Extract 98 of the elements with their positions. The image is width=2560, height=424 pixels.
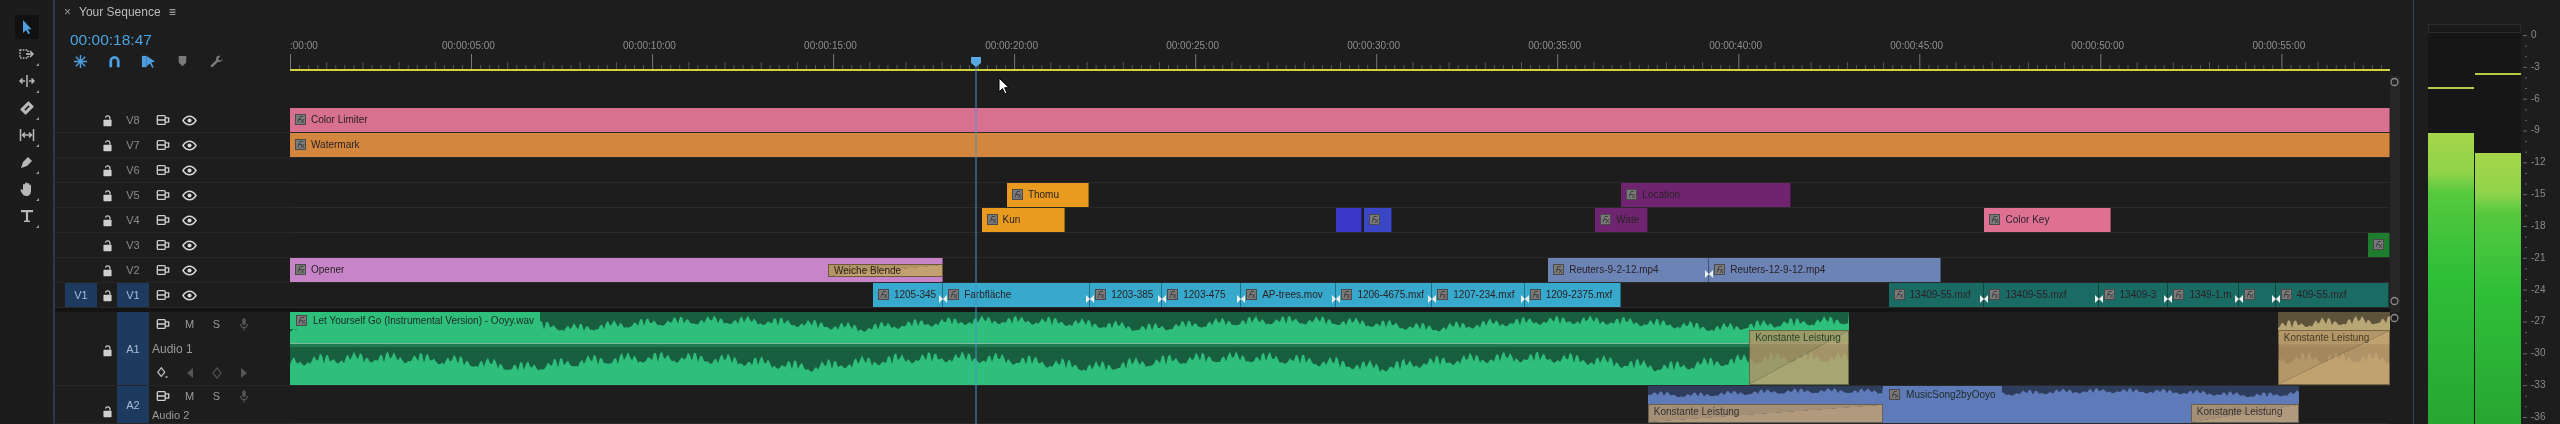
ruler-time-label: 00:00:05:00 xyxy=(442,40,495,52)
timeline-clip[interactable]: 1203-385 xyxy=(1090,283,1163,307)
clip-label: Reuters-12-9-12.mp4 xyxy=(1730,264,1826,276)
clip-label: Location xyxy=(1642,189,1681,201)
timeline-clip[interactable]: Opener Weiche Blende xyxy=(290,258,944,282)
clip-label: Kun xyxy=(1002,214,1021,226)
scale-label: -15 xyxy=(2531,188,2546,201)
transition-block[interactable]: Konstante Leistung xyxy=(1647,404,1884,423)
timeline-clip[interactable]: Kun xyxy=(981,208,1065,232)
timeline-clip[interactable]: 1203-475 xyxy=(1162,283,1242,307)
track-label[interactable]: A2 xyxy=(117,386,149,423)
audio-clip[interactable]: Konstante Leistung xyxy=(1647,386,1884,423)
playhead-timecode[interactable]: 00:00:18:47 xyxy=(55,29,152,51)
scale-label: -24 xyxy=(2531,283,2546,296)
track-name[interactable]: Audio 1 xyxy=(149,341,257,356)
track-label[interactable]: V8 xyxy=(117,108,149,132)
track-label[interactable]: A1 xyxy=(117,312,149,385)
transition-block[interactable]: Weiche Blende xyxy=(828,264,944,277)
ruler-time-label: 00:00:25:00 xyxy=(1166,40,1219,52)
timeline-clip[interactable]: Reuters-9-2-12.mp4 xyxy=(1548,258,1710,282)
scale-label: -9 xyxy=(2531,124,2541,137)
clip-label: 1203-475 xyxy=(1183,289,1226,301)
clip-name-bar[interactable]: MusicSong2byOoyo xyxy=(1883,386,2002,403)
clip-label: 1205-345 xyxy=(893,289,937,301)
ruler-time-label: 00:00:45:00 xyxy=(1890,40,1944,52)
ruler-time-label: 00:00:35:00 xyxy=(1528,40,1582,52)
source-patch[interactable]: V1 xyxy=(65,283,97,307)
clip-label: Wate xyxy=(1616,214,1640,226)
timeline-clip[interactable]: Watermark xyxy=(290,133,2390,157)
scale-label: 0 xyxy=(2531,29,2538,41)
timeline-clip[interactable]: Color Key xyxy=(1984,208,2112,232)
clip-label: 409-55.mxf xyxy=(2296,289,2347,301)
track-label[interactable]: V3 xyxy=(117,233,149,257)
clip-name-bar[interactable]: Let Yourself Go (Instrumental Version) - Ooyy.wav xyxy=(290,312,541,329)
clip-label: 1207-234.mxf xyxy=(1453,289,1515,301)
track-label[interactable]: V5 xyxy=(117,183,149,207)
scale-label: -27 xyxy=(2531,315,2546,328)
clip-label: 13409-55.mxf xyxy=(1909,289,1971,301)
scale-label: -36 xyxy=(2531,410,2546,423)
audio-clip[interactable]: MusicSong2byOoyo Konstante Leistung xyxy=(1883,386,2300,423)
ruler-time-label: :00:00 xyxy=(290,40,318,52)
clip-label: Reuters-9-2-12.mp4 xyxy=(1569,264,1659,276)
track-label[interactable]: V4 xyxy=(117,208,149,232)
transition-block[interactable]: Konstante Leistung xyxy=(2190,404,2300,423)
scale-label: -12 xyxy=(2531,156,2546,169)
clip-label: Color Key xyxy=(2005,214,2050,226)
clip-label: 13409-3 xyxy=(2119,289,2157,301)
track-label[interactable]: V7 xyxy=(117,133,149,157)
clip-label: MusicSong2byOoyo xyxy=(1906,388,1996,401)
panel-menu-button[interactable]: ≡ xyxy=(168,5,176,19)
clip-label: Watermark xyxy=(311,139,360,151)
ruler-time-label: 00:00:20:00 xyxy=(985,40,1038,52)
scale-label: -6 xyxy=(2531,92,2541,105)
clip-label: Let Yourself Go (Instrumental Version) - Ooyy.wav xyxy=(313,314,535,327)
ruler-time-label: 00:00:30:00 xyxy=(1347,40,1401,52)
solo-button[interactable]: S xyxy=(212,390,221,402)
scale-label: -18 xyxy=(2531,219,2546,232)
timeline-clip[interactable]: Farbfläche xyxy=(943,283,1091,307)
clip-label: 1203-385 xyxy=(1111,289,1154,301)
scale-label: -21 xyxy=(2531,251,2546,264)
timeline-clip[interactable]: 1206-4675.mxf xyxy=(1336,283,1433,307)
audio-clip[interactable]: Konstante Leistung xyxy=(2277,312,2390,385)
timeline-clip[interactable]: Thomu xyxy=(1006,183,1090,207)
solo-button[interactable]: S xyxy=(212,318,221,330)
clip-label: AP-trees.mov xyxy=(1262,289,1323,301)
audio-clip[interactable]: Let Yourself Go (Instrumental Version) - Ooyy.wav Konstante Leistung xyxy=(290,312,1850,385)
close-button[interactable]: × xyxy=(64,5,71,19)
scale-label: -33 xyxy=(2531,379,2546,392)
timeline-clip[interactable]: Color Limiter xyxy=(290,108,2390,132)
clip-label: Thomu xyxy=(1027,189,1059,201)
ruler-time-label: 00:00:55:00 xyxy=(2252,40,2306,52)
timeline-clip[interactable]: 1207-234.mxf xyxy=(1432,283,1525,307)
ruler-time-label: 00:00:15:00 xyxy=(804,40,857,52)
mute-button[interactable]: M xyxy=(184,390,195,402)
transition-block[interactable]: Konstante Leistung xyxy=(2277,330,2390,385)
timeline-clip[interactable]: 1205-345 xyxy=(872,283,944,307)
ruler-time-label: 00:00:50:00 xyxy=(2071,40,2125,52)
track-label[interactable]: V6 xyxy=(117,158,149,182)
transition-block[interactable]: Konstante Leistung xyxy=(1749,330,1850,385)
ruler-time-label: 00:00:40:00 xyxy=(1709,40,1763,52)
scale-label: -3 xyxy=(2531,60,2541,73)
timeline-clip[interactable]: 1209-2375.mxf xyxy=(1524,283,1622,307)
clip-label: 13409-55.mxf xyxy=(2005,289,2067,301)
track-label[interactable]: V2 xyxy=(117,258,149,282)
clip-label: Color Limiter xyxy=(311,114,368,126)
timeline-clip[interactable]: Reuters-12-9-12.mp4 xyxy=(1709,258,1941,282)
track-label[interactable]: V1 xyxy=(117,283,149,307)
mute-button[interactable]: M xyxy=(184,318,195,330)
clip-label: Farbfläche xyxy=(964,289,1012,301)
clip-label: 1349-1.m xyxy=(2189,289,2232,301)
clip-label: 1209-2375.mxf xyxy=(1545,289,1613,301)
ruler-time-label: 00:00:10:00 xyxy=(623,40,676,52)
timeline-clip[interactable]: AP-trees.mov xyxy=(1241,283,1337,307)
panel-title[interactable]: Your Sequence xyxy=(79,5,161,19)
clip-label: 1206-4675.mxf xyxy=(1357,289,1425,301)
track-name[interactable]: Audio 2 xyxy=(149,408,257,421)
scale-label: -30 xyxy=(2531,347,2546,360)
clip-label: Opener xyxy=(311,264,345,276)
